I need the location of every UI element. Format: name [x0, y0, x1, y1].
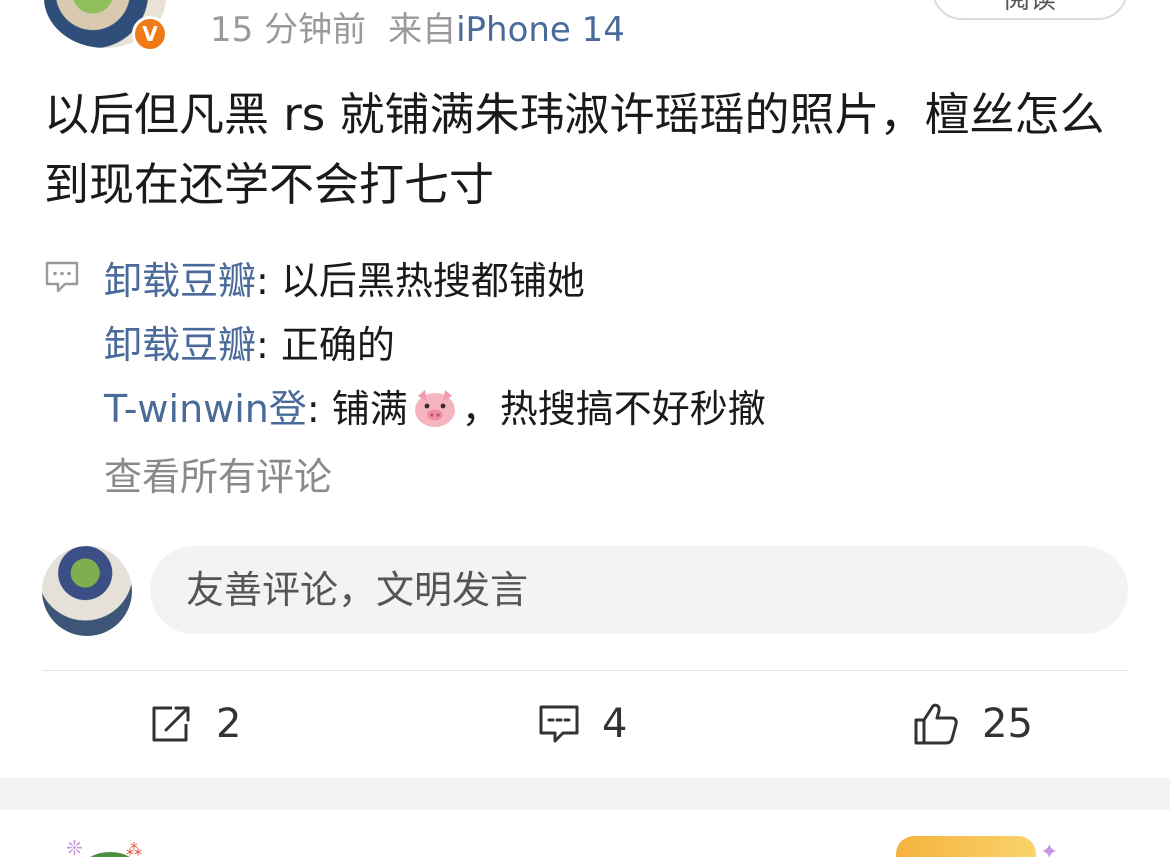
- comment-separator: :: [256, 259, 281, 303]
- comment-separator: :: [256, 323, 281, 367]
- comment-text: 铺满: [331, 387, 408, 431]
- share-icon: [152, 706, 190, 742]
- star-icon: ✦: [1040, 840, 1059, 857]
- post-source-prefix: 来自: [388, 10, 457, 50]
- divider: [42, 670, 1128, 671]
- current-user-avatar: [42, 546, 132, 636]
- share-button[interactable]: 2: [150, 694, 241, 754]
- verified-badge-icon: V: [132, 16, 168, 52]
- follow-button[interactable]: 阅读: [932, 0, 1128, 20]
- member-badge-icon: [896, 836, 1036, 857]
- comment-item[interactable]: T-winwin登: 铺满 ，热搜搞不好秒撤: [104, 378, 766, 433]
- like-button[interactable]: 25: [912, 694, 1033, 754]
- comment-user[interactable]: 卸载豆瓣: [104, 323, 256, 367]
- comment-text: 以后黑热搜都铺她: [280, 259, 585, 303]
- reply-input[interactable]: 友善评论，文明发言: [150, 546, 1128, 634]
- thumbs-up-icon: [914, 703, 958, 745]
- comment-user[interactable]: 卸载豆瓣: [104, 259, 256, 303]
- sparkle-icon: ❊: [66, 836, 83, 857]
- post-time: 15 分钟前: [210, 10, 367, 50]
- section-separator: [0, 778, 1170, 810]
- comment-user[interactable]: T-winwin登: [104, 387, 307, 431]
- post-text: 以后但凡黑 rs 就铺满朱玮淑许瑶瑶的照片，檀丝怎么到现在还学不会打七寸: [44, 88, 1105, 211]
- comment-icon: [539, 705, 579, 743]
- view-all-comments-link[interactable]: 查看所有评论: [104, 446, 332, 501]
- share-count: 2: [216, 701, 242, 747]
- comment-text: ，热搜搞不好秒撤: [461, 387, 766, 431]
- post-device[interactable]: iPhone 14: [456, 10, 625, 50]
- sparkle-icon: ⁂: [126, 840, 142, 857]
- next-post-card: ❊ ⁂ ✦: [0, 810, 1170, 857]
- pig-face-icon: [414, 390, 455, 427]
- post-meta: 15 分钟前 来自iPhone 14: [210, 2, 625, 51]
- comment-button[interactable]: 4: [538, 694, 627, 754]
- comment-item[interactable]: 卸载豆瓣: 以后黑热搜都铺她: [104, 250, 585, 305]
- comment-item[interactable]: 卸载豆瓣: 正确的: [104, 314, 395, 369]
- comment-count: 4: [602, 701, 628, 747]
- comment-separator: :: [306, 387, 332, 431]
- comment-text: 正确的: [280, 323, 395, 367]
- comment-bubble-icon: [45, 261, 79, 293]
- weibo-post-card: V 15 分钟前 来自iPhone 14 阅读 以后但凡黑 rs 就铺满朱玮淑许瑶…: [0, 0, 1170, 778]
- like-count: 25: [982, 701, 1033, 747]
